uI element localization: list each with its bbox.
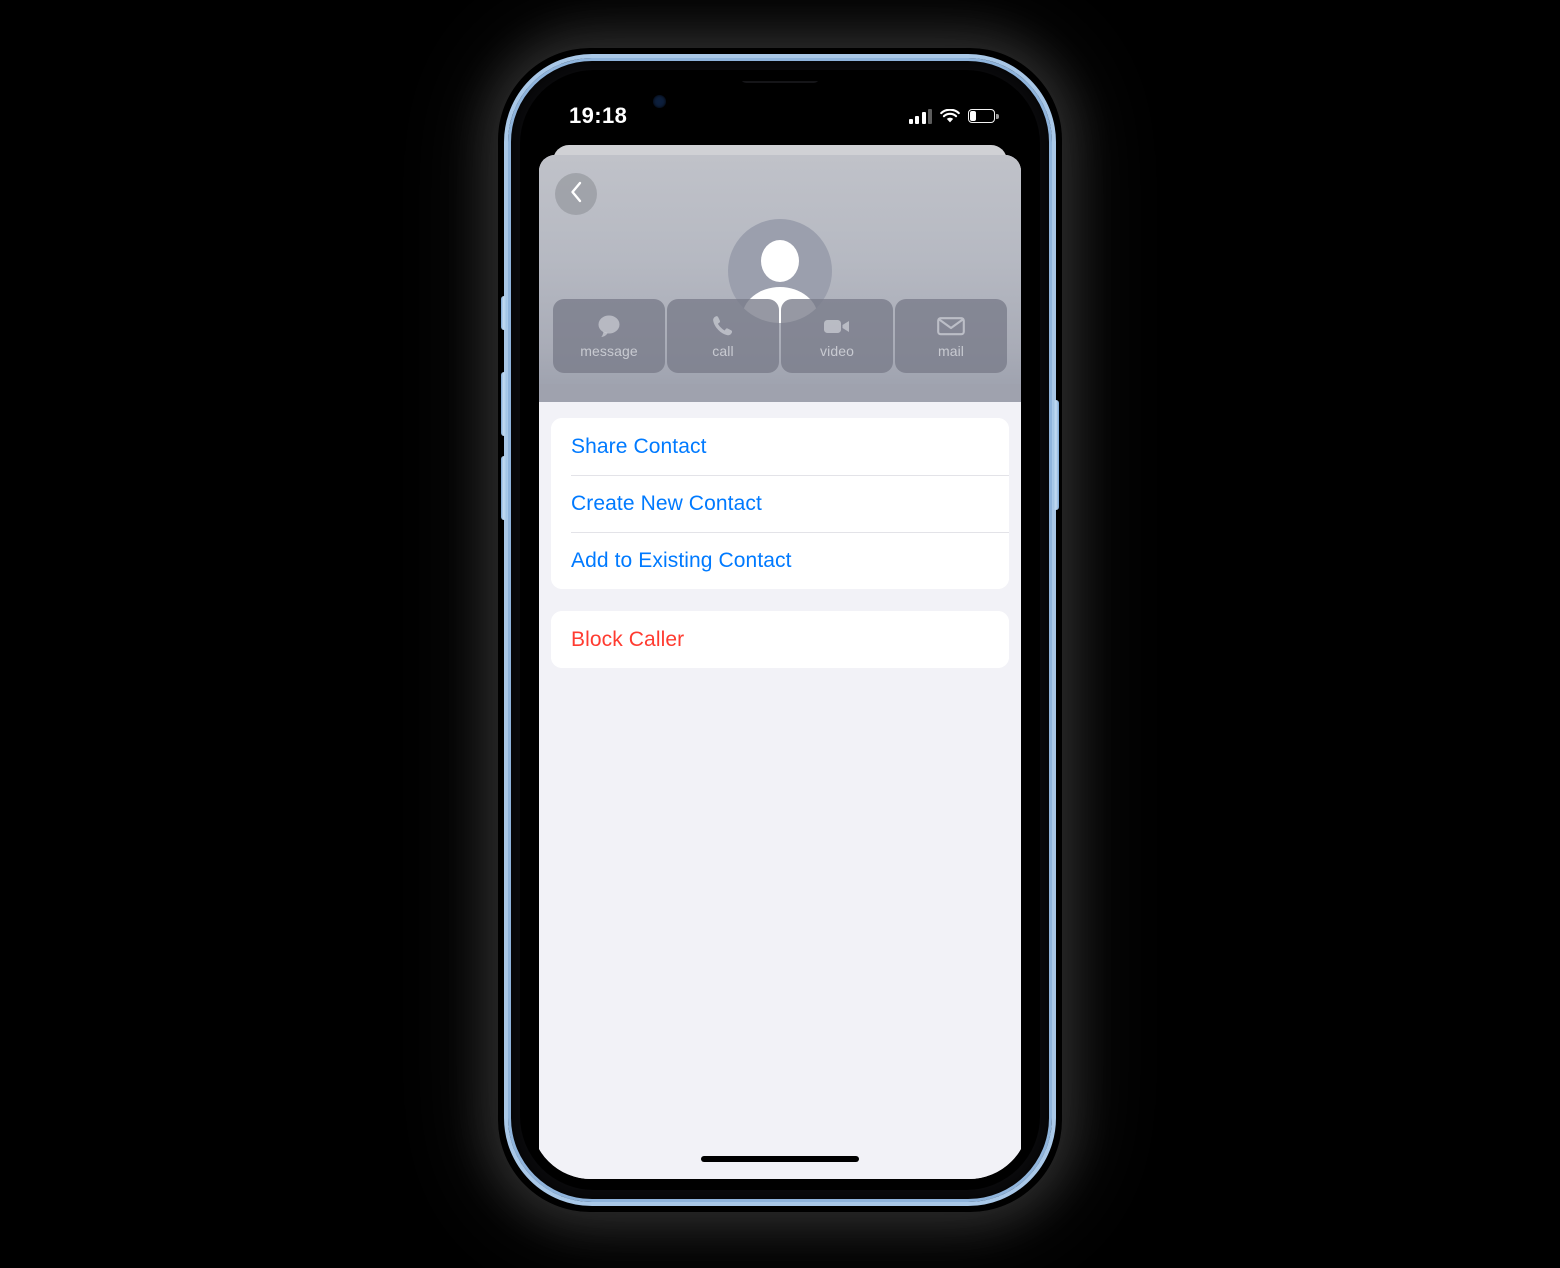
phone-icon — [708, 313, 738, 339]
contact-sheet-card: message call video mail Share Contact Cr… — [539, 155, 1021, 1179]
wifi-icon — [940, 108, 960, 124]
volume-down-button[interactable] — [501, 456, 507, 520]
back-button[interactable] — [555, 173, 597, 215]
status-bar-clock: 19:18 — [569, 103, 628, 128]
home-indicator[interactable] — [701, 1156, 859, 1162]
earpiece-speaker — [741, 81, 819, 83]
front-camera-icon — [653, 95, 666, 108]
message-button-label: message — [580, 343, 638, 359]
volume-up-button[interactable] — [501, 372, 507, 436]
header-bottom-band — [539, 384, 1021, 402]
mute-switch[interactable] — [501, 296, 507, 330]
menu-item-label: Share Contact — [571, 434, 707, 458]
person-placeholder-icon — [761, 240, 799, 282]
mail-button[interactable]: mail — [895, 299, 1007, 373]
chevron-left-icon — [568, 180, 584, 209]
menu-item-label: Add to Existing Contact — [571, 548, 792, 572]
menu-item-add-to-existing-contact[interactable]: Add to Existing Contact — [551, 532, 1009, 589]
battery-level-fill — [970, 111, 976, 121]
video-button[interactable]: video — [781, 299, 893, 373]
screenshot-canvas: 19:18 message call video mail Share Cont… — [0, 0, 1560, 1268]
contact-action-buttons: message call video mail — [539, 299, 1021, 373]
menu-item-label: Create New Contact — [571, 491, 762, 515]
video-camera-icon — [822, 313, 852, 339]
envelope-icon — [936, 313, 966, 339]
action-menu-list: Share Contact Create New Contact Add to … — [539, 402, 1021, 1179]
block-actions-group: Block Caller — [551, 611, 1009, 668]
message-bubble-icon — [594, 313, 624, 339]
menu-item-label: Block Caller — [571, 627, 685, 651]
power-button[interactable] — [1053, 400, 1059, 510]
mail-button-label: mail — [937, 343, 965, 359]
menu-item-create-new-contact[interactable]: Create New Contact — [551, 475, 1009, 532]
contact-actions-group: Share Contact Create New Contact Add to … — [551, 418, 1009, 589]
message-button[interactable]: message — [553, 299, 665, 373]
cellular-signal-icon — [908, 108, 932, 124]
contact-header: message call video mail — [539, 155, 1021, 402]
call-button[interactable]: call — [667, 299, 779, 373]
menu-item-block-caller[interactable]: Block Caller — [551, 611, 1009, 668]
video-button-label: video — [820, 343, 854, 359]
call-button-label: call — [712, 343, 734, 359]
notch — [685, 81, 875, 117]
phone-screen: 19:18 message call video mail Share Cont… — [531, 81, 1029, 1179]
menu-item-share-contact[interactable]: Share Contact — [551, 418, 1009, 475]
battery-icon — [968, 109, 999, 123]
status-bar-indicators — [908, 108, 999, 124]
